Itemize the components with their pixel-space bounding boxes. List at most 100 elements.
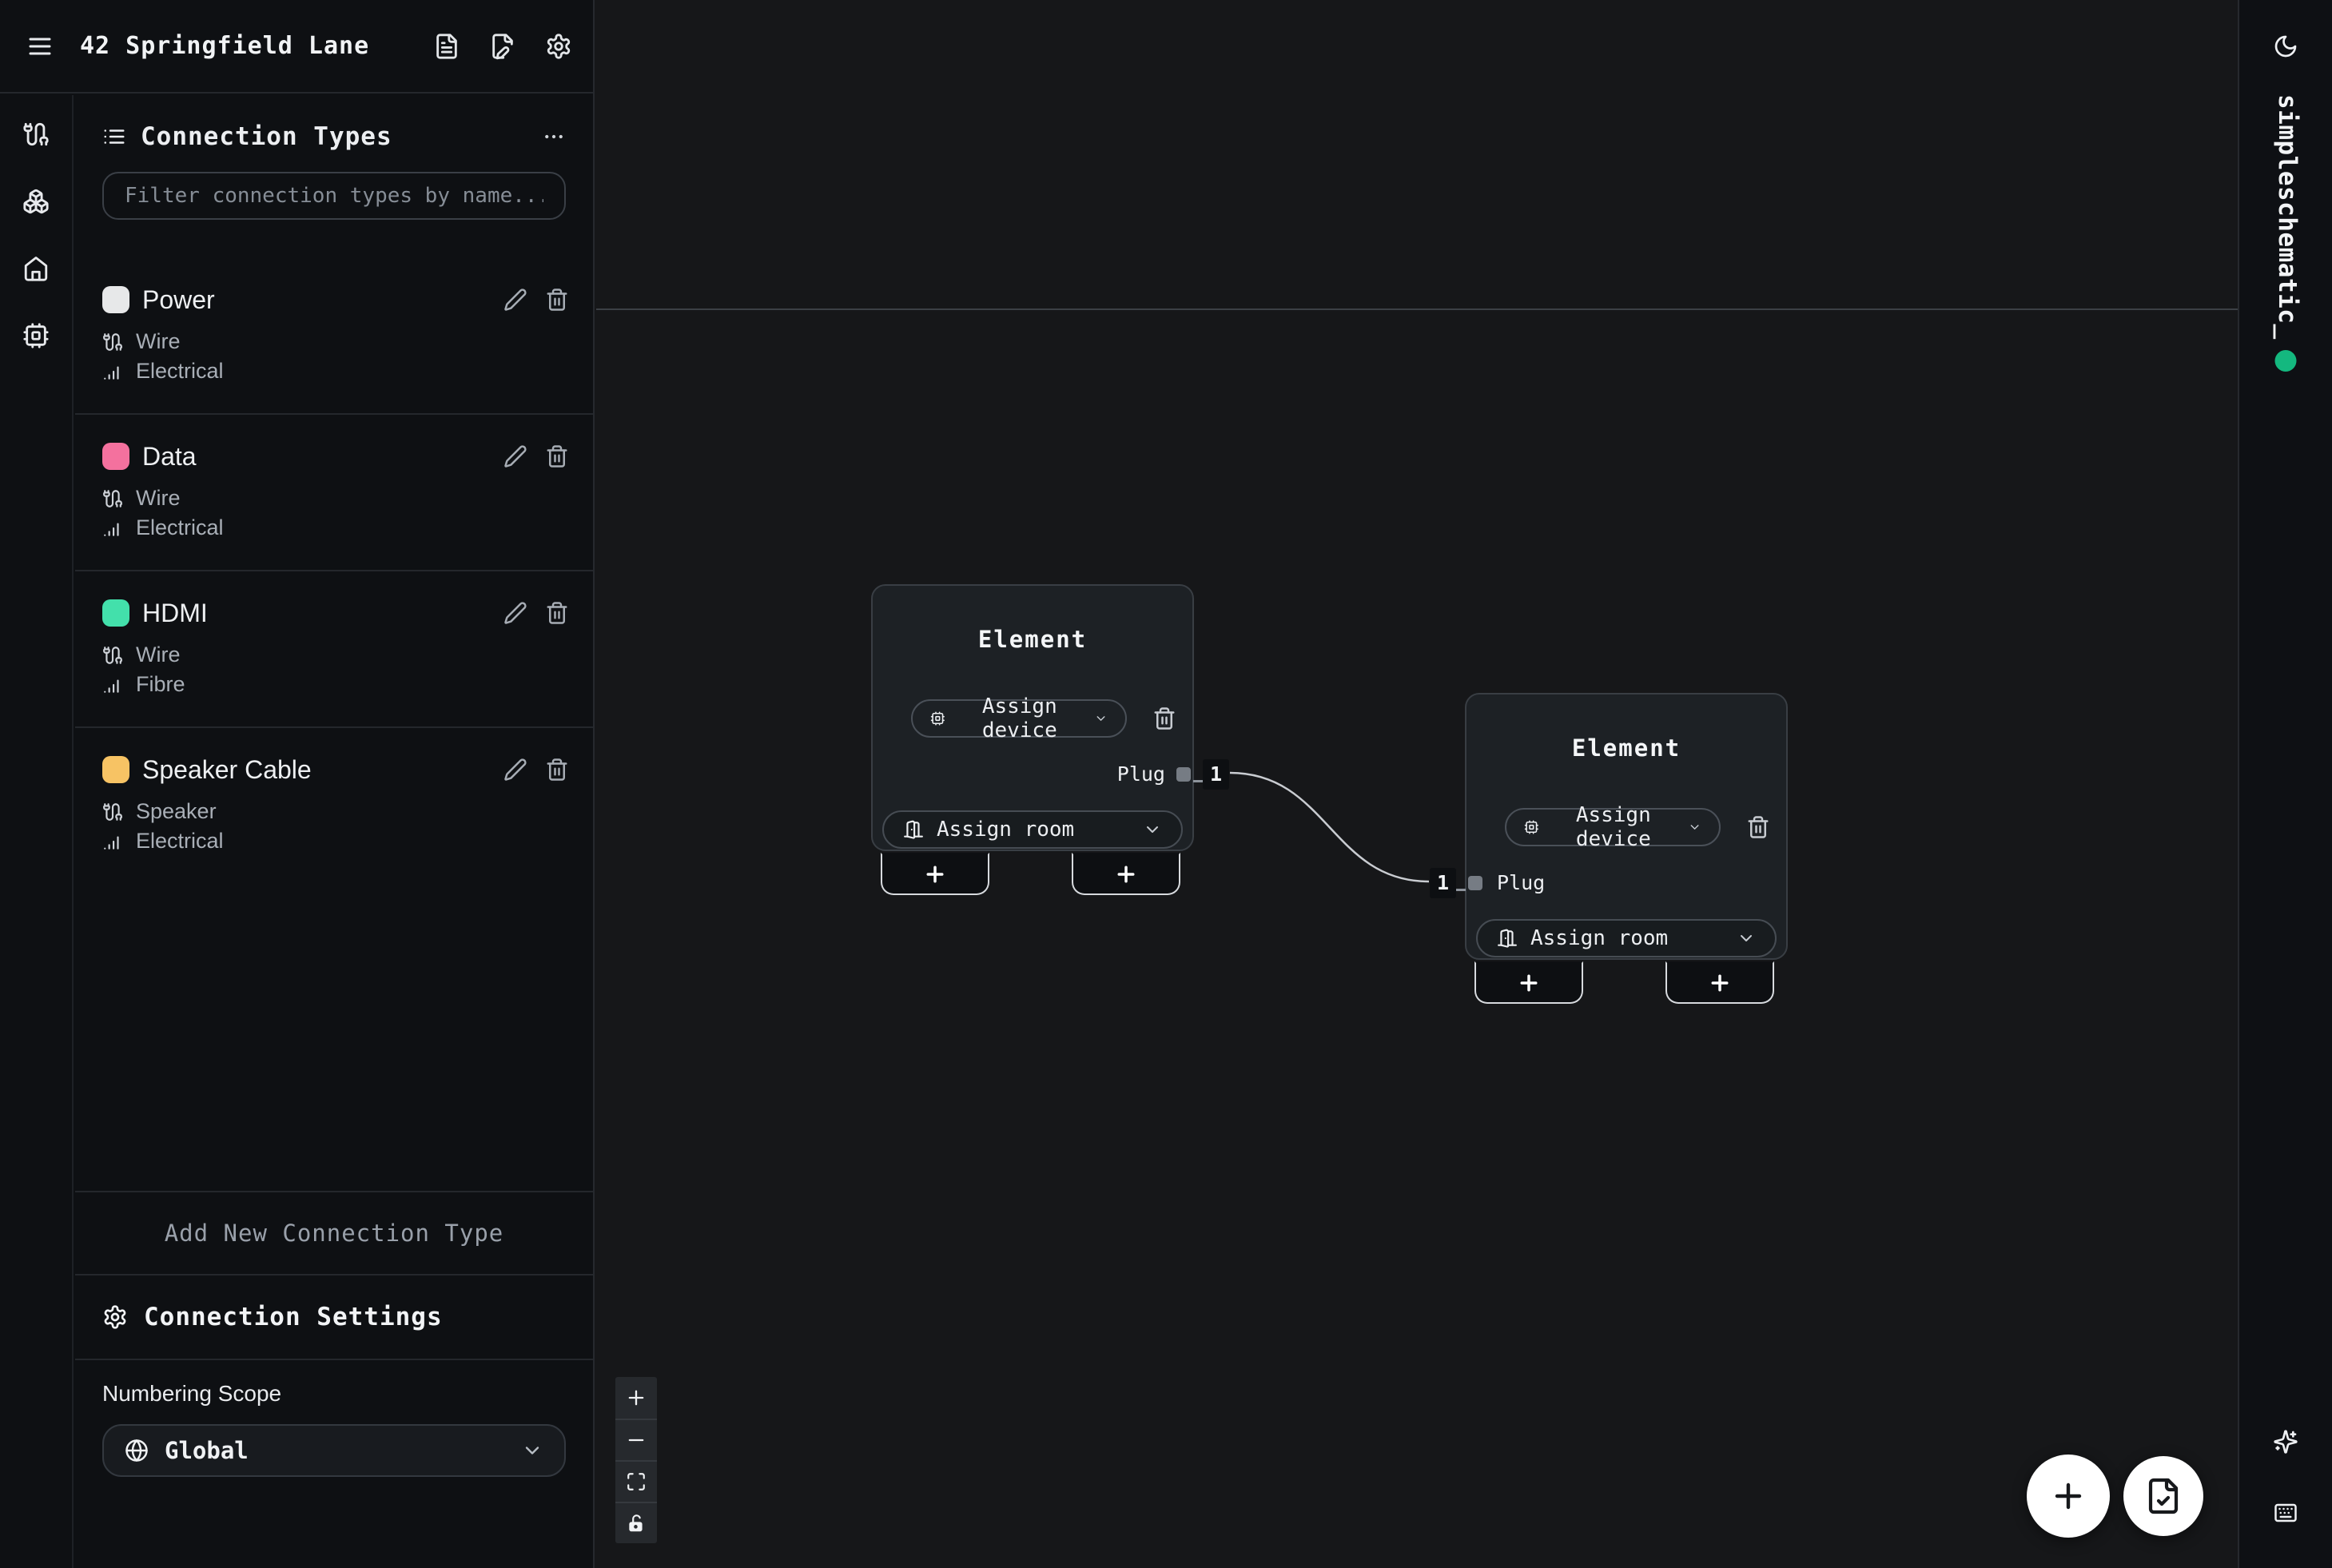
trash-icon xyxy=(545,601,569,625)
assign-device-label: Assign device xyxy=(1550,803,1677,851)
nav-connections-button[interactable] xyxy=(22,121,50,148)
boxes-icon xyxy=(22,188,50,215)
wire-kind-row: Wire xyxy=(102,640,569,670)
connection-wire[interactable] xyxy=(1230,773,1429,882)
document-edit-button[interactable] xyxy=(489,33,516,60)
zoom-out-button[interactable] xyxy=(615,1419,657,1460)
numbering-scope-section: Numbering Scope Global xyxy=(75,1360,593,1477)
medium-row: Electrical xyxy=(102,826,569,856)
add-element-fab[interactable] xyxy=(2027,1455,2110,1538)
sparkles-icon xyxy=(2273,1429,2298,1455)
zoom-in-button[interactable] xyxy=(615,1377,657,1419)
element-node[interactable]: Element Assign device Plug 1 Assign room xyxy=(1465,693,1788,960)
numbering-scope-select[interactable]: Global xyxy=(102,1424,566,1477)
panel-title: Connection Types xyxy=(141,122,392,151)
pencil-icon xyxy=(503,444,527,468)
nav-devices-button[interactable] xyxy=(22,322,50,349)
color-swatch xyxy=(102,443,129,470)
list-icon xyxy=(102,125,126,149)
panel-menu-button[interactable] xyxy=(542,125,566,149)
wires-layer xyxy=(596,0,2238,1568)
app-window: 42 Springfield Lane xyxy=(0,0,2332,1568)
keyboard-shortcuts-button[interactable] xyxy=(2274,1501,2298,1525)
chevron-down-icon xyxy=(1143,820,1162,839)
hamburger-menu-button[interactable] xyxy=(26,32,54,61)
ellipsis-icon xyxy=(542,125,566,149)
edit-connection-type-button[interactable] xyxy=(503,288,527,312)
project-title: 42 Springfield Lane xyxy=(80,32,369,60)
delete-element-button[interactable] xyxy=(1746,815,1770,839)
add-port-right-button[interactable] xyxy=(1665,961,1774,1004)
validate-document-fab[interactable] xyxy=(2123,1456,2203,1536)
door-open-icon xyxy=(903,819,924,840)
add-port-left-button[interactable] xyxy=(1474,961,1583,1004)
moon-icon xyxy=(2273,34,2298,59)
connection-type-name: HDMI xyxy=(142,599,208,628)
brand-wordmark: simpleschematic_ xyxy=(2273,94,2302,340)
lock-toggle-button[interactable] xyxy=(615,1502,657,1543)
assign-room-button[interactable]: Assign room xyxy=(1476,919,1777,957)
nav-rooms-button[interactable] xyxy=(22,255,50,282)
nav-rail xyxy=(0,95,74,1568)
edit-connection-type-button[interactable] xyxy=(503,601,527,625)
cable-icon xyxy=(102,332,123,352)
trash-icon xyxy=(1746,815,1770,839)
panel-bottom: Add New Connection Type Connection Setti… xyxy=(75,1191,593,1568)
wire-kind-row: Wire xyxy=(102,327,569,356)
numbering-scope-label: Numbering Scope xyxy=(102,1381,566,1407)
connection-type-props: Wire Electrical xyxy=(102,484,569,543)
delete-connection-type-button[interactable] xyxy=(545,288,569,312)
trash-icon xyxy=(545,444,569,468)
connection-type-name: Data xyxy=(142,442,197,472)
add-port-left-button[interactable] xyxy=(881,853,989,895)
chevron-down-icon xyxy=(1688,818,1701,836)
add-port-right-button[interactable] xyxy=(1072,853,1180,895)
file-text-icon xyxy=(433,33,460,60)
port-number-badge: 1 xyxy=(1203,759,1229,790)
add-connection-type-button[interactable]: Add New Connection Type xyxy=(75,1192,593,1275)
assign-device-button[interactable]: Assign device xyxy=(911,699,1127,738)
left-chrome: 42 Springfield Lane xyxy=(0,0,595,1568)
wire-kind-value: Wire xyxy=(136,486,181,511)
port-handle[interactable] xyxy=(1176,767,1191,782)
theme-toggle-button[interactable] xyxy=(2273,34,2298,59)
schematic-canvas[interactable]: Element Assign device Plug 1 Assign room xyxy=(596,0,2238,1568)
port-dash xyxy=(1456,889,1466,891)
medium-row: Electrical xyxy=(102,356,569,386)
delete-connection-type-button[interactable] xyxy=(545,758,569,782)
cable-icon xyxy=(102,802,123,822)
connection-type-actions xyxy=(503,288,569,312)
assign-device-button[interactable]: Assign device xyxy=(1505,808,1721,846)
edit-connection-type-button[interactable] xyxy=(503,758,527,782)
document-report-button[interactable] xyxy=(433,33,460,60)
color-swatch xyxy=(102,599,129,627)
wire-kind-row: Speaker xyxy=(102,797,569,826)
settings-button[interactable] xyxy=(545,33,572,60)
chevron-down-icon xyxy=(521,1439,543,1462)
assign-room-button[interactable]: Assign room xyxy=(882,810,1183,849)
element-node[interactable]: Element Assign device Plug 1 Assign room xyxy=(871,584,1194,851)
port-handle[interactable] xyxy=(1468,876,1482,890)
medium-value: Electrical xyxy=(136,515,224,540)
chevron-down-icon xyxy=(1094,710,1108,727)
delete-connection-type-button[interactable] xyxy=(545,444,569,468)
device-row: Assign device xyxy=(911,699,1176,738)
filter-connection-types-input[interactable] xyxy=(102,172,566,220)
assign-device-label: Assign device xyxy=(957,694,1083,742)
ai-assistant-button[interactable] xyxy=(2273,1429,2298,1455)
globe-icon xyxy=(125,1439,149,1463)
edit-connection-type-button[interactable] xyxy=(503,444,527,468)
nav-elements-button[interactable] xyxy=(22,188,50,215)
trash-icon xyxy=(1152,706,1176,730)
header-actions xyxy=(433,33,572,60)
connection-type-head: Speaker Cable xyxy=(102,752,569,787)
delete-connection-type-button[interactable] xyxy=(545,601,569,625)
connection-type-name: Speaker Cable xyxy=(142,755,312,785)
delete-element-button[interactable] xyxy=(1152,706,1176,730)
fit-view-button[interactable] xyxy=(615,1460,657,1502)
connection-type-item: Data Wire Electrical xyxy=(75,413,593,570)
signal-bars-icon xyxy=(102,361,123,382)
zoom-toolbar xyxy=(615,1377,657,1543)
plus-icon xyxy=(2049,1477,2087,1515)
connection-types-panel: Connection Types Power xyxy=(75,95,593,1568)
